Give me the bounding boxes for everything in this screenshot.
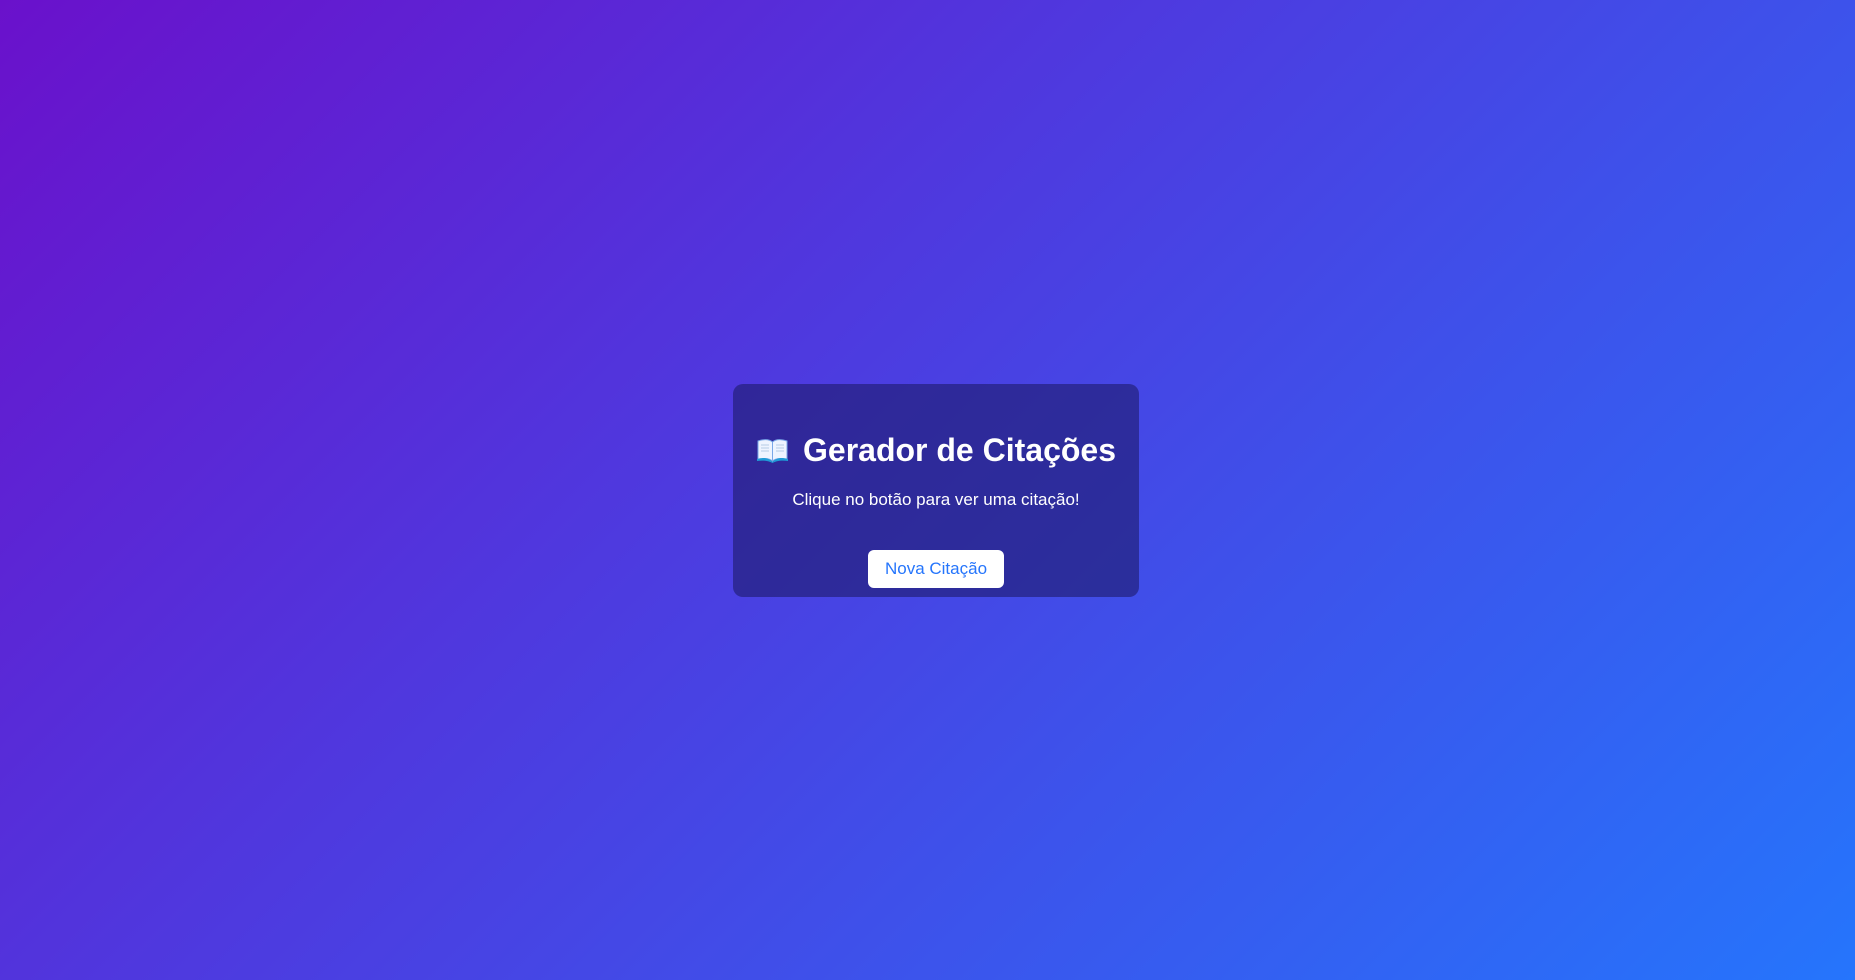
quote-card: Gerador de Citações Clique no botão para… <box>733 384 1139 597</box>
open-book-icon <box>756 437 789 463</box>
new-quote-button[interactable]: Nova Citação <box>868 550 1004 589</box>
quote-text: Clique no botão para ver uma citação! <box>792 490 1080 509</box>
page-title-row: Gerador de Citações <box>756 434 1116 466</box>
page-title: Gerador de Citações <box>803 432 1116 468</box>
page-background: { "app": { "title": "Gerador de Citações… <box>0 0 1855 980</box>
